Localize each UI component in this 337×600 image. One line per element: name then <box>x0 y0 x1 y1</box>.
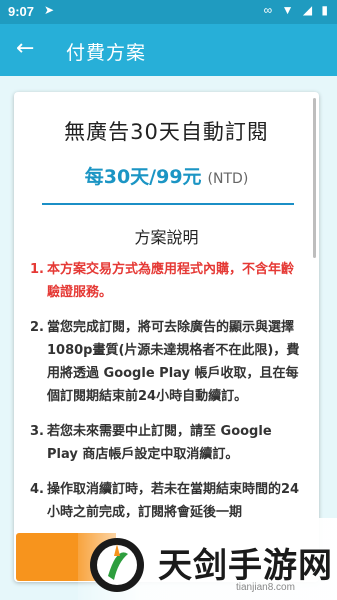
status-time: 9:07 <box>8 4 35 19</box>
term-number: 1. <box>30 262 44 277</box>
description-title: 方案說明 <box>134 228 199 247</box>
price-row: 每30天/99元 (NTD) <box>14 162 319 189</box>
page-title: 付費方案 <box>66 42 147 64</box>
battery-icon: ▮ <box>321 3 331 17</box>
watermark: 天剑手游网 tianjian8.com <box>78 518 337 600</box>
term-item: 2. 當您完成訂閱，將可去除廣告的顯示與選擇1080p畫質(片源未達規格者不在此… <box>30 316 302 408</box>
app-bar: ← 付費方案 <box>0 24 337 76</box>
plan-price: 每30天/99元 <box>84 166 202 188</box>
term-number: 4. <box>30 482 44 497</box>
term-number: 2. <box>30 320 44 335</box>
plan-title: 無廣告30天自動訂閱 <box>64 120 269 144</box>
term-text: 當您完成訂閱，將可去除廣告的顯示與選擇1080p畫質(片源未達規格者不在此限)，… <box>47 320 300 404</box>
term-text: 若您未來需要中止訂閱，請至 Google Play 商店帳戶設定中取消續訂。 <box>47 424 272 462</box>
send-icon: ➤ <box>44 3 55 17</box>
term-text: 操作取消續訂時，若未在當期結束時間的24小時之前完成，訂閱將會延後一期 <box>47 482 300 520</box>
signal-icon: ◢ <box>302 3 316 17</box>
wifi-icon: ▼ <box>281 3 297 17</box>
term-item: 3. 若您未來需要中止訂閱，請至 Google Play 商店帳戶設定中取消續訂… <box>30 420 302 466</box>
link-icon: ∞ <box>263 3 276 17</box>
watermark-url: tianjian8.com <box>236 582 295 593</box>
plan-card: 無廣告30天自動訂閱 每30天/99元 (NTD) 方案說明 1. 本方案交易方式… <box>14 92 319 582</box>
term-number: 3. <box>30 424 44 439</box>
term-text: 本方案交易方式為應用程式內購，不含年齡驗證服務。 <box>47 262 295 300</box>
status-icons: ∞ ▼ ◢ ▮ <box>264 3 331 17</box>
plan-currency: (NTD) <box>207 171 249 187</box>
divider <box>42 203 294 205</box>
watermark-text: 天剑手游网 <box>158 546 333 586</box>
term-item: 1. 本方案交易方式為應用程式內購，不含年齡驗證服務。 <box>30 258 302 304</box>
status-bar: 9:07 ➤ ∞ ▼ ◢ ▮ <box>0 0 337 24</box>
arrow-left-icon[interactable]: ← <box>16 36 34 62</box>
watermark-logo-icon <box>90 538 144 592</box>
terms-list: 1. 本方案交易方式為應用程式內購，不含年齡驗證服務。 2. 當您完成訂閱，將可… <box>30 258 302 536</box>
